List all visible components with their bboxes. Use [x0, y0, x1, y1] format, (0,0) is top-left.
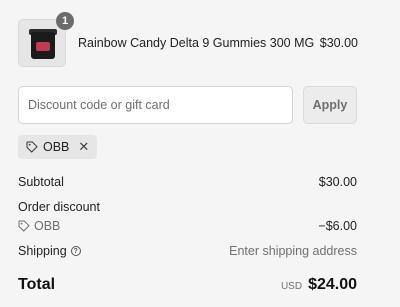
product-price: $30.00: [319, 36, 358, 50]
shipping-value: Enter shipping address: [229, 244, 357, 258]
discount-code-text: OBB: [34, 219, 61, 233]
product-name: Rainbow Candy Delta 9 Gummies 300 MG: [78, 36, 315, 50]
shipping-label-cell: Shipping ?: [18, 244, 81, 258]
total-amount: $24.00: [308, 276, 357, 293]
discount-code-cell: OBB: [18, 219, 60, 233]
discount-code-input[interactable]: [18, 86, 293, 124]
total-line: Total USD $24.00: [18, 276, 357, 294]
subtotal-line: Subtotal $30.00: [18, 175, 357, 189]
shipping-line: Shipping ? Enter shipping address: [18, 244, 357, 258]
currency-code: USD: [280, 281, 303, 292]
discount-value: −$6.00: [318, 219, 357, 233]
info-icon[interactable]: ?: [70, 246, 81, 256]
apply-button[interactable]: Apply: [303, 86, 357, 124]
total-label: Total: [18, 276, 56, 293]
jar-label-shape: [36, 42, 50, 51]
order-discount-line: OBB −$6.00: [18, 219, 357, 233]
subtotal-label: Subtotal: [18, 175, 64, 189]
tag-icon: [26, 141, 38, 153]
applied-discount-chip: OBB ✕: [18, 135, 98, 159]
subtotal-value: $30.00: [318, 175, 357, 189]
order-discount-heading: Order discount: [18, 200, 357, 214]
total-amount-cell: USD $24.00: [281, 276, 357, 294]
applied-code-label: OBB: [43, 140, 70, 154]
tag-icon: [18, 220, 30, 232]
shipping-label: Shipping: [18, 244, 67, 258]
order-discount-label: Order discount: [18, 200, 100, 214]
close-icon[interactable]: ✕: [78, 139, 89, 155]
discount-form: Apply: [18, 86, 357, 124]
product-thumbnail: 1: [18, 12, 74, 67]
quantity-badge: 1: [56, 12, 74, 30]
line-item: 1 Rainbow Candy Delta 9 Gummies 300 MG $…: [18, 12, 358, 68]
